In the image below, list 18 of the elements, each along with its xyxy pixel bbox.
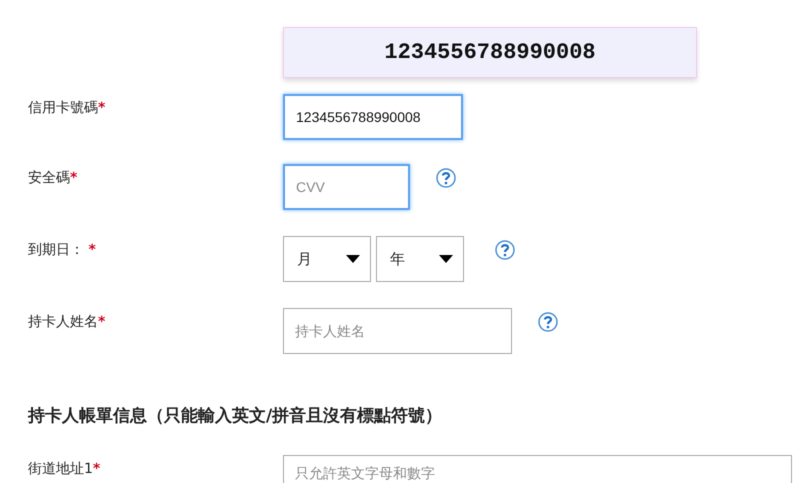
field-label: 持卡人姓名* <box>28 313 106 331</box>
caret-icon <box>439 255 453 263</box>
section-heading: 持卡人帳單信息（只能輸入英文/拼音且沒有標點符號） <box>28 405 444 427</box>
help-icon[interactable] <box>538 312 558 332</box>
caret-icon <box>346 255 360 263</box>
dropdown[interactable]: 月 <box>283 236 371 282</box>
text-input[interactable]: 持卡人姓名 <box>283 308 512 354</box>
field-label: 街道地址1* <box>28 460 102 478</box>
field-label: 到期日： * <box>28 241 97 259</box>
text-input[interactable]: 只允許英文字母和數字 <box>283 455 792 483</box>
help-icon[interactable] <box>495 240 515 260</box>
dropdown[interactable]: 年 <box>376 236 464 282</box>
card-number-preview: 1234556788990008 <box>283 27 697 78</box>
field-label: 安全碼* <box>28 169 78 187</box>
text-input[interactable]: CVV <box>283 164 410 210</box>
help-icon[interactable] <box>436 168 456 188</box>
field-label: 信用卡號碼* <box>28 99 106 117</box>
text-input[interactable]: 1234556788990008 <box>283 94 463 140</box>
